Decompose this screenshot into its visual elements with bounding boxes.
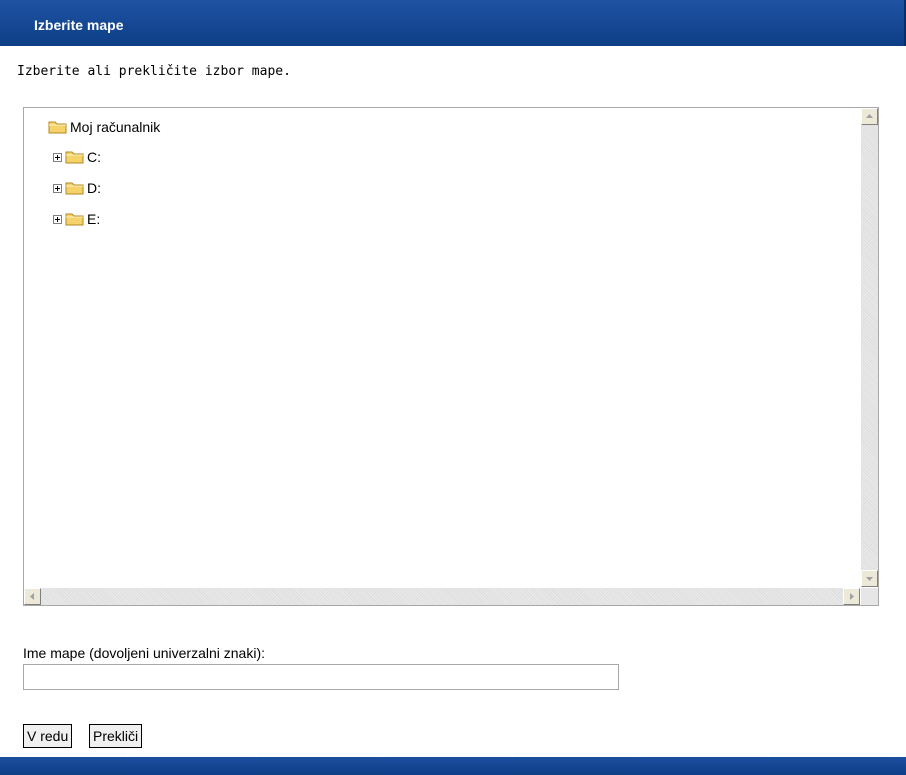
- instruction-text: Izberite ali prekličite izbor mape.: [17, 64, 291, 79]
- dialog-titlebar: Izberite mape: [0, 0, 906, 46]
- folder-icon: [65, 149, 85, 165]
- scroll-up-button[interactable]: [861, 108, 878, 125]
- folder-name-label: Ime mape (dovoljeni univerzalni znaki):: [23, 645, 265, 661]
- scroll-right-button[interactable]: [843, 588, 860, 605]
- folder-tree[interactable]: Moj računalnik C: D: E:: [23, 107, 879, 606]
- folder-icon: [65, 211, 85, 227]
- arrow-down-icon: [866, 577, 873, 581]
- tree-item-label: E:: [87, 211, 101, 227]
- cancel-button[interactable]: Prekliči: [89, 724, 143, 748]
- folder-name-input[interactable]: [23, 664, 619, 690]
- expand-plus-icon[interactable]: [53, 214, 62, 224]
- tree-content: Moj računalnik C: D: E:: [24, 108, 860, 587]
- tree-item-label: Moj računalnik: [70, 119, 161, 135]
- scroll-down-button[interactable]: [861, 570, 878, 587]
- vertical-scrollbar[interactable]: [861, 108, 878, 587]
- arrow-left-icon: [30, 593, 34, 600]
- tree-item-root[interactable]: Moj računalnik: [48, 117, 160, 137]
- expand-plus-icon[interactable]: [53, 183, 62, 193]
- tree-item-drive-c[interactable]: C:: [53, 147, 101, 167]
- arrow-right-icon: [850, 593, 854, 600]
- expand-plus-icon[interactable]: [53, 152, 62, 162]
- horizontal-scrollbar[interactable]: [24, 588, 860, 605]
- dialog-title: Izberite mape: [34, 17, 124, 33]
- dialog-footer-bar: [0, 757, 906, 775]
- folder-icon: [48, 119, 68, 135]
- folder-icon: [65, 180, 85, 196]
- tree-item-drive-e[interactable]: E:: [53, 209, 100, 229]
- tree-item-drive-d[interactable]: D:: [53, 178, 101, 198]
- tree-item-label: D:: [87, 180, 101, 196]
- scroll-left-button[interactable]: [24, 588, 41, 605]
- tree-item-label: C:: [87, 149, 101, 165]
- scrollbar-corner: [861, 588, 878, 605]
- ok-button[interactable]: V redu: [23, 724, 73, 748]
- arrow-up-icon: [866, 114, 873, 118]
